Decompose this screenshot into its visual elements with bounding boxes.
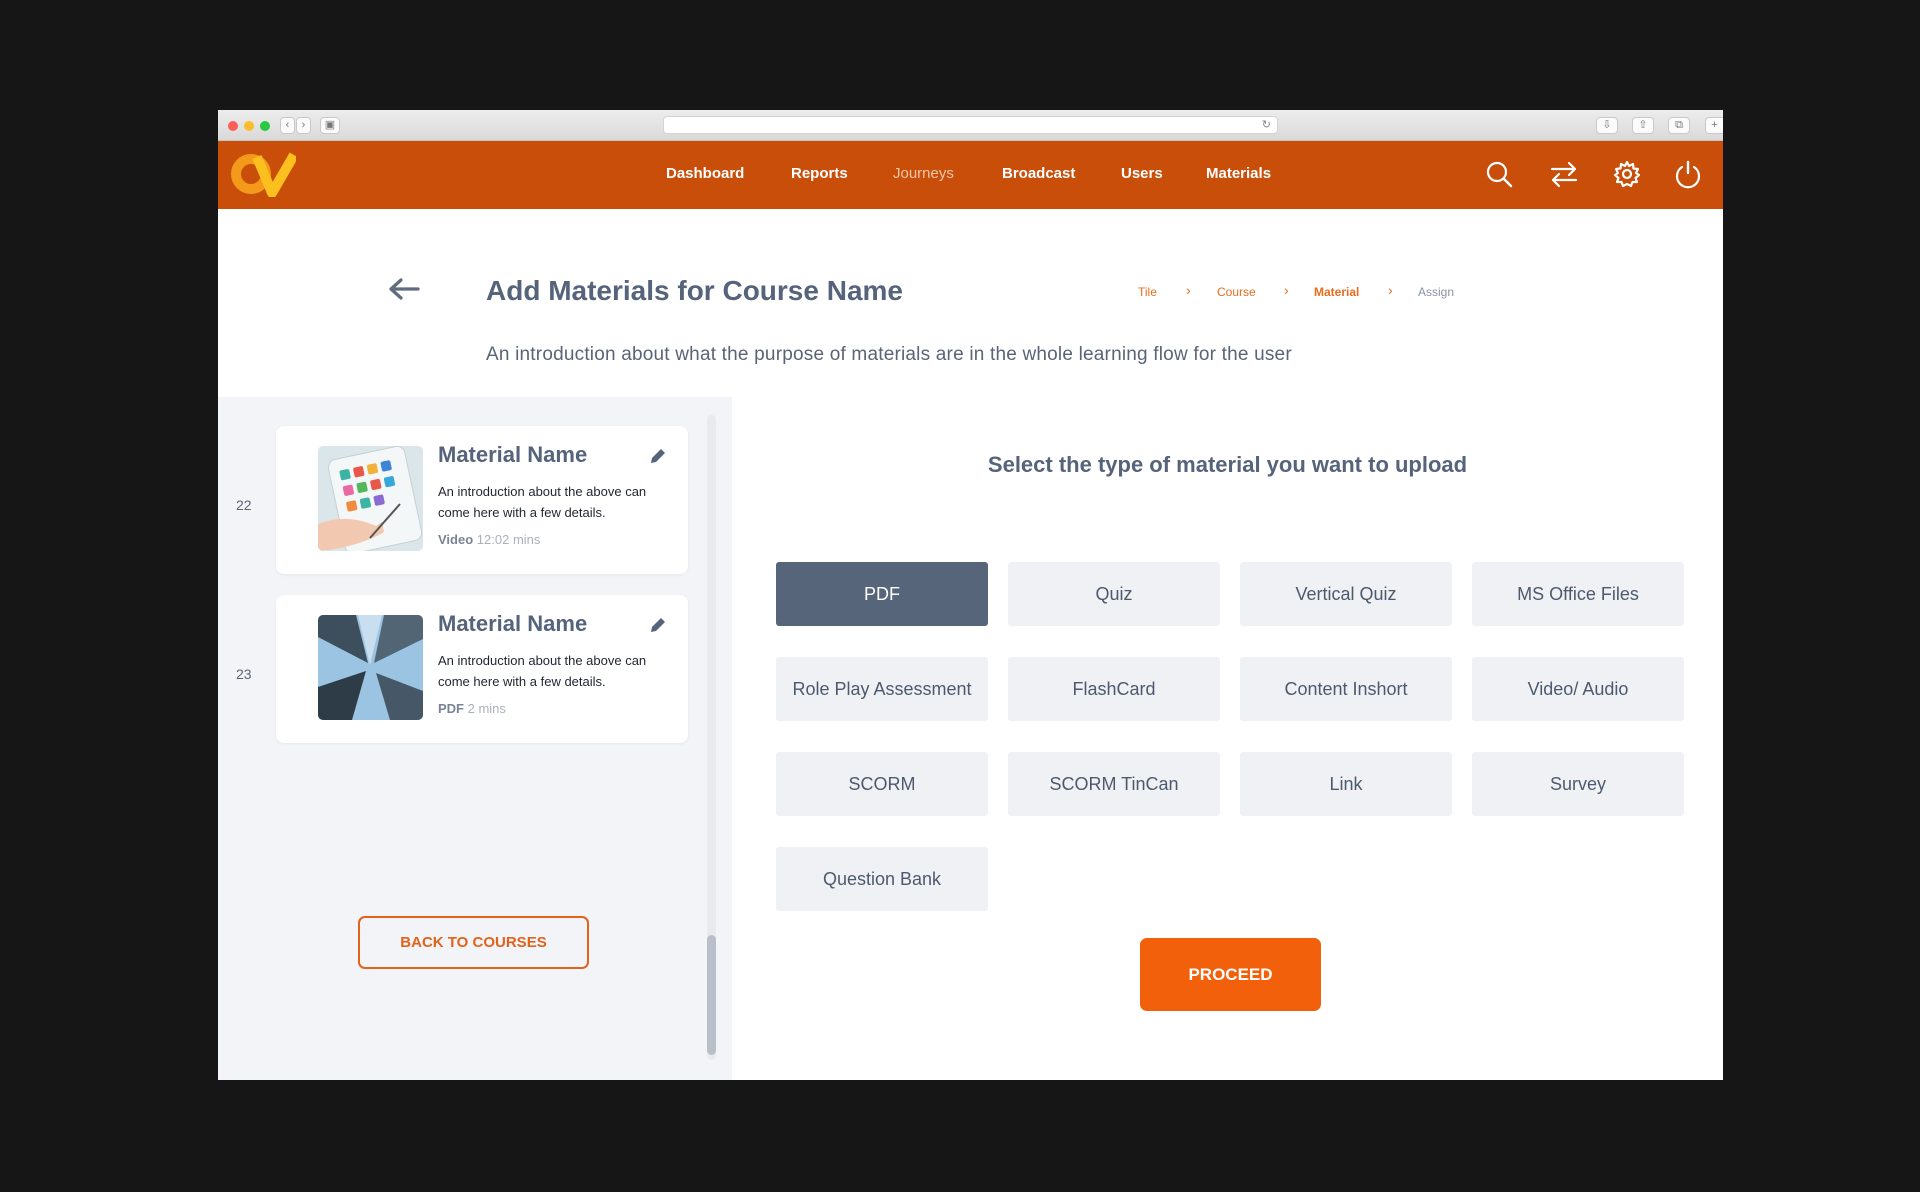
chevron-right-icon: › [1186, 282, 1191, 298]
type-pdf[interactable]: PDF [776, 562, 988, 626]
material-description: An introduction about the above can come… [438, 653, 647, 689]
material-thumbnail [318, 615, 423, 720]
nav-dashboard[interactable]: Dashboard [666, 165, 744, 182]
new-tab-icon[interactable]: + [1705, 117, 1723, 134]
proceed-button[interactable]: PROCEED [1140, 938, 1321, 1011]
back-arrow-icon[interactable] [388, 277, 420, 301]
nav-users[interactable]: Users [1121, 165, 1163, 182]
material-card[interactable]: Material Name An introduction about the … [276, 426, 688, 574]
material-name: Material Name [438, 611, 588, 636]
type-link[interactable]: Link [1240, 752, 1452, 816]
type-scorm[interactable]: SCORM [776, 752, 988, 816]
edit-pencil-icon[interactable] [648, 446, 668, 466]
breadcrumb-tile[interactable]: Tile [1138, 285, 1157, 299]
row-number: 22 [236, 497, 252, 513]
gear-icon[interactable] [1612, 159, 1642, 189]
material-duration: 12:02 mins [476, 532, 541, 547]
breadcrumb-course[interactable]: Course [1217, 285, 1256, 299]
material-thumbnail [318, 446, 423, 551]
materials-list-panel: 22 Material Name An introduction about t… [218, 397, 732, 1080]
back-to-courses-button[interactable]: BACK TO COURSES [358, 916, 589, 969]
minimize-window-button[interactable] [244, 121, 254, 131]
scrollbar-thumb[interactable] [707, 935, 716, 1055]
browser-window: ‹ › ▣ ↻ ⇩ ⇧ ⧉ + Dashboard Reports Journe… [218, 110, 1723, 1080]
chevron-right-icon: › [1284, 282, 1289, 298]
download-icon[interactable]: ⇩ [1596, 117, 1618, 134]
close-window-button[interactable] [228, 121, 238, 131]
nav-journeys[interactable]: Journeys [893, 165, 954, 182]
tabs-icon[interactable]: ⧉ [1668, 117, 1690, 134]
reload-icon[interactable]: ↻ [1262, 117, 1271, 133]
sidebar-toggle-icon[interactable]: ▣ [320, 117, 340, 134]
logo-icon [231, 152, 296, 197]
nav-materials[interactable]: Materials [1206, 165, 1271, 182]
type-ms-office-files[interactable]: MS Office Files [1472, 562, 1684, 626]
power-icon[interactable] [1673, 159, 1703, 189]
maximize-window-button[interactable] [260, 121, 270, 131]
browser-toolbar: ‹ › ▣ ↻ ⇩ ⇧ ⧉ + [218, 110, 1723, 141]
type-video-audio[interactable]: Video/ Audio [1472, 657, 1684, 721]
nav-broadcast[interactable]: Broadcast [1002, 165, 1075, 182]
material-type: PDF [438, 701, 464, 716]
type-vertical-quiz[interactable]: Vertical Quiz [1240, 562, 1452, 626]
breadcrumb-assign[interactable]: Assign [1418, 285, 1454, 299]
type-flashcard[interactable]: FlashCard [1008, 657, 1220, 721]
chevron-right-icon: › [1388, 282, 1393, 298]
material-name: Material Name [438, 442, 588, 467]
address-bar[interactable]: ↻ [663, 116, 1278, 134]
search-icon[interactable] [1484, 159, 1514, 189]
material-meta: Video 12:02 mins [438, 532, 540, 547]
scrollbar-track[interactable] [707, 415, 716, 1060]
material-meta: PDF 2 mins [438, 701, 506, 716]
breadcrumb-material[interactable]: Material [1314, 285, 1359, 299]
swap-icon[interactable] [1549, 159, 1579, 189]
back-nav-icon[interactable]: ‹ [280, 117, 295, 134]
type-content-inshort[interactable]: Content Inshort [1240, 657, 1452, 721]
nav-reports[interactable]: Reports [791, 165, 848, 182]
type-role-play-assessment[interactable]: Role Play Assessment [776, 657, 988, 721]
material-type: Video [438, 532, 474, 547]
page-intro: An introduction about what the purpose o… [486, 344, 1292, 365]
page-title: Add Materials for Course Name [486, 275, 903, 306]
material-type-grid: PDF Quiz Vertical Quiz MS Office Files R… [776, 562, 1688, 911]
share-icon[interactable]: ⇧ [1632, 117, 1654, 134]
material-duration: 2 mins [467, 701, 506, 716]
type-scorm-tincan[interactable]: SCORM TinCan [1008, 752, 1220, 816]
type-quiz[interactable]: Quiz [1008, 562, 1220, 626]
material-description: An introduction about the above can come… [438, 484, 647, 520]
forward-nav-icon[interactable]: › [296, 117, 311, 134]
material-card[interactable]: Material Name An introduction about the … [276, 595, 688, 743]
type-survey[interactable]: Survey [1472, 752, 1684, 816]
edit-pencil-icon[interactable] [648, 615, 668, 635]
row-number: 23 [236, 666, 252, 682]
upload-heading: Select the type of material you want to … [987, 452, 1468, 477]
type-question-bank[interactable]: Question Bank [776, 847, 988, 911]
upload-type-panel: Select the type of material you want to … [732, 397, 1723, 1080]
top-navigation: Dashboard Reports Journeys Broadcast Use… [218, 141, 1723, 209]
